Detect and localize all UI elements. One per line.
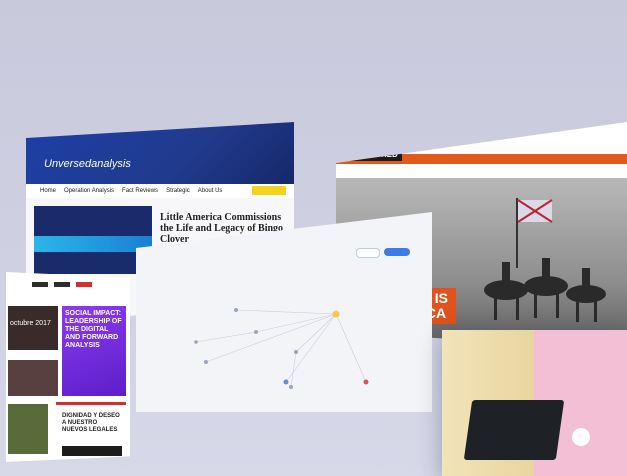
read-more-button[interactable]	[62, 446, 122, 456]
nav-item-strategic[interactable]: Strategic	[166, 188, 190, 194]
magazine-photo: octubre 2017	[8, 306, 58, 350]
magazine-panel: octubre 2017 SOCIAL IMPACT: LEADERSHIP O…	[6, 272, 130, 462]
site-banner	[26, 122, 294, 184]
nav-item-about[interactable]: About Us	[198, 188, 223, 194]
hero-band	[34, 236, 152, 252]
news-logo: UNLEASHED	[344, 148, 402, 161]
nav-item-fact[interactable]: Fact Reviews	[122, 188, 158, 194]
site-logo: Unversedanalysis	[44, 158, 131, 170]
hero-image	[34, 206, 152, 274]
nav-item-operation[interactable]: Operation Analysis	[64, 188, 114, 194]
featured-story-card[interactable]: SOCIAL IMPACT: LEADERSHIP OF THE DIGITAL…	[62, 306, 126, 396]
magazine-photo	[8, 360, 58, 396]
magazine-photo	[8, 404, 48, 454]
subscribe-button[interactable]	[252, 186, 286, 195]
magazine-top-nav[interactable]	[6, 282, 130, 292]
nav-item-home[interactable]: Home	[40, 188, 56, 194]
coffee-cup	[572, 428, 590, 446]
person-photo-panel	[442, 330, 627, 476]
tablet-device	[463, 400, 565, 460]
